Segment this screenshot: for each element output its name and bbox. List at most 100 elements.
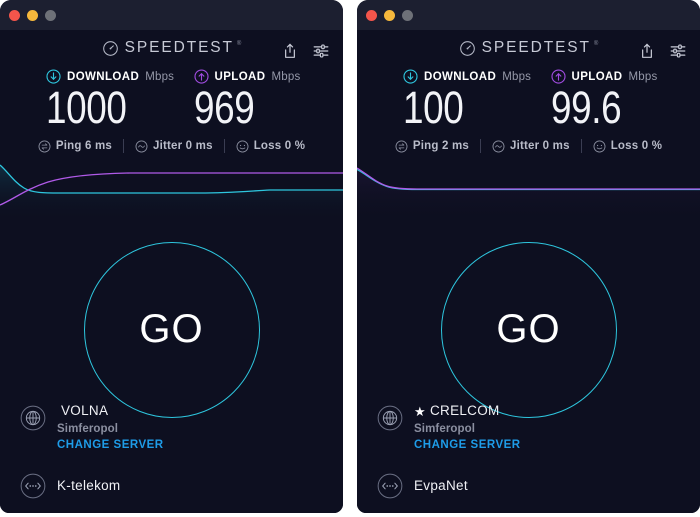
share-icon[interactable] xyxy=(281,42,299,60)
footer: VOLNA Simferopol CHANGE SERVER K-telekom xyxy=(0,403,343,513)
isp-row: EvpaNet xyxy=(377,471,700,499)
server-city: Simferopol xyxy=(57,423,119,435)
speed-graph-svg xyxy=(357,167,700,222)
go-label: GO xyxy=(496,307,561,351)
change-server-link[interactable]: CHANGE SERVER xyxy=(57,439,164,451)
titlebar[interactable] xyxy=(357,0,700,30)
brand-logo: SPEEDTEST ® xyxy=(459,39,599,57)
change-server-link[interactable]: CHANGE SERVER xyxy=(414,439,521,451)
connection-icon xyxy=(20,473,46,499)
upload-label: UPLOAD xyxy=(214,70,266,83)
download-value: 1000 xyxy=(46,82,127,133)
app-header: SPEEDTEST ® xyxy=(0,30,343,62)
titlebar[interactable] xyxy=(0,0,343,30)
ping-icon xyxy=(38,140,51,152)
jitter-text: Jitter 0 ms xyxy=(509,140,570,152)
globe-icon xyxy=(20,405,46,431)
download-label: DOWNLOAD xyxy=(67,70,140,83)
isp-name: K-telekom xyxy=(57,477,121,493)
brand-name: SPEEDTEST xyxy=(124,39,234,56)
go-label: GO xyxy=(139,307,204,351)
loss-text: Loss 0 % xyxy=(610,140,663,152)
window-controls xyxy=(9,9,56,21)
app-body: SPEEDTEST ® xyxy=(357,30,700,513)
brand-trademark: ® xyxy=(593,41,599,47)
settings-sliders-icon[interactable] xyxy=(669,42,687,60)
jitter-icon xyxy=(135,140,148,152)
server-info: ★ CRELCOM Simferopol CHANGE SERVER xyxy=(414,403,521,451)
metrics: DOWNLOAD Mbps 100 UPLOAD Mbps 99.6 xyxy=(357,62,700,130)
speedometer-icon xyxy=(102,40,118,56)
ping-stat: Ping 6 ms xyxy=(27,140,123,153)
speedtest-window-left: SPEEDTEST ® DOWNLOAD Mbps 1000 UPLOAD Mb… xyxy=(0,0,343,513)
speedtest-window-right: SPEEDTEST ® DOWNLOAD Mbps 100 UPLOAD Mbp… xyxy=(357,0,700,513)
upload-unit: Mbps xyxy=(628,70,658,83)
download-metric: DOWNLOAD Mbps 1000 xyxy=(0,68,175,133)
connection-icon xyxy=(377,473,403,499)
connection-stats: Ping 6 ms Jitter 0 ms Loss 0 % xyxy=(0,136,343,156)
loss-icon xyxy=(236,140,249,152)
download-line xyxy=(357,169,700,191)
brand-name: SPEEDTEST xyxy=(481,39,591,56)
speedometer-icon xyxy=(459,40,475,56)
header-actions xyxy=(638,42,687,60)
server-name: CRELCOM xyxy=(429,403,500,418)
window-controls xyxy=(366,9,413,21)
desktop: SPEEDTEST ® DOWNLOAD Mbps 1000 UPLOAD Mb… xyxy=(0,0,700,517)
server-name: VOLNA xyxy=(61,403,109,418)
server-city: Simferopol xyxy=(414,423,476,435)
download-label: DOWNLOAD xyxy=(424,70,497,83)
isp-row: K-telekom xyxy=(20,471,343,499)
upload-label: UPLOAD xyxy=(571,70,623,83)
loss-icon xyxy=(593,140,606,152)
upload-area-fill xyxy=(357,168,700,222)
upload-value: 99.6 xyxy=(550,82,622,133)
connection-stats: Ping 2 ms Jitter 0 ms Loss 0 % xyxy=(357,136,700,156)
maximize-button[interactable] xyxy=(45,9,56,21)
loss-stat: Loss 0 % xyxy=(225,140,316,153)
download-value: 100 xyxy=(403,82,464,133)
server-row: ★ CRELCOM Simferopol CHANGE SERVER xyxy=(377,403,700,451)
go-button[interactable]: GO xyxy=(83,241,260,418)
share-icon[interactable] xyxy=(638,42,656,60)
server-name-row: VOLNA xyxy=(57,403,164,419)
ping-icon xyxy=(395,140,408,152)
minimize-button[interactable] xyxy=(384,9,395,21)
upload-value: 969 xyxy=(193,82,255,133)
maximize-button[interactable] xyxy=(402,9,413,21)
speed-graph-svg xyxy=(0,164,343,222)
brand-trademark: ® xyxy=(236,41,242,47)
header-actions xyxy=(281,42,330,60)
jitter-icon xyxy=(492,140,505,152)
close-button[interactable] xyxy=(366,9,377,21)
loss-stat: Loss 0 % xyxy=(582,140,673,153)
metrics: DOWNLOAD Mbps 1000 UPLOAD Mbps 969 xyxy=(0,62,343,130)
minimize-button[interactable] xyxy=(27,9,38,21)
isp-name: EvpaNet xyxy=(414,477,468,493)
app-body: SPEEDTEST ® xyxy=(0,30,343,513)
go-button[interactable]: GO xyxy=(440,241,617,418)
brand-logo: SPEEDTEST ® xyxy=(102,39,242,57)
upload-metric: UPLOAD Mbps 99.6 xyxy=(529,68,700,130)
settings-sliders-icon[interactable] xyxy=(312,42,330,60)
speed-graph-right xyxy=(357,160,700,222)
loss-text: Loss 0 % xyxy=(253,140,306,152)
ping-text: Ping 6 ms xyxy=(55,140,112,152)
upload-line xyxy=(357,167,700,190)
download-line xyxy=(0,164,343,194)
close-button[interactable] xyxy=(9,9,20,21)
app-header: SPEEDTEST ® xyxy=(357,30,700,62)
footer: ★ CRELCOM Simferopol CHANGE SERVER EvpaN… xyxy=(357,403,700,513)
jitter-stat: Jitter 0 ms xyxy=(481,140,581,153)
server-row: VOLNA Simferopol CHANGE SERVER xyxy=(20,403,343,451)
ping-stat: Ping 2 ms xyxy=(384,140,480,153)
jitter-stat: Jitter 0 ms xyxy=(124,140,224,153)
upload-unit: Mbps xyxy=(271,70,301,83)
jitter-text: Jitter 0 ms xyxy=(152,140,213,152)
speed-graph-left xyxy=(0,160,343,222)
download-metric: DOWNLOAD Mbps 100 xyxy=(357,68,531,133)
favorite-star-icon: ★ xyxy=(414,403,426,419)
server-info: VOLNA Simferopol CHANGE SERVER xyxy=(57,403,164,451)
server-name-row: ★ CRELCOM xyxy=(414,403,521,419)
download-unit: Mbps xyxy=(145,70,175,83)
